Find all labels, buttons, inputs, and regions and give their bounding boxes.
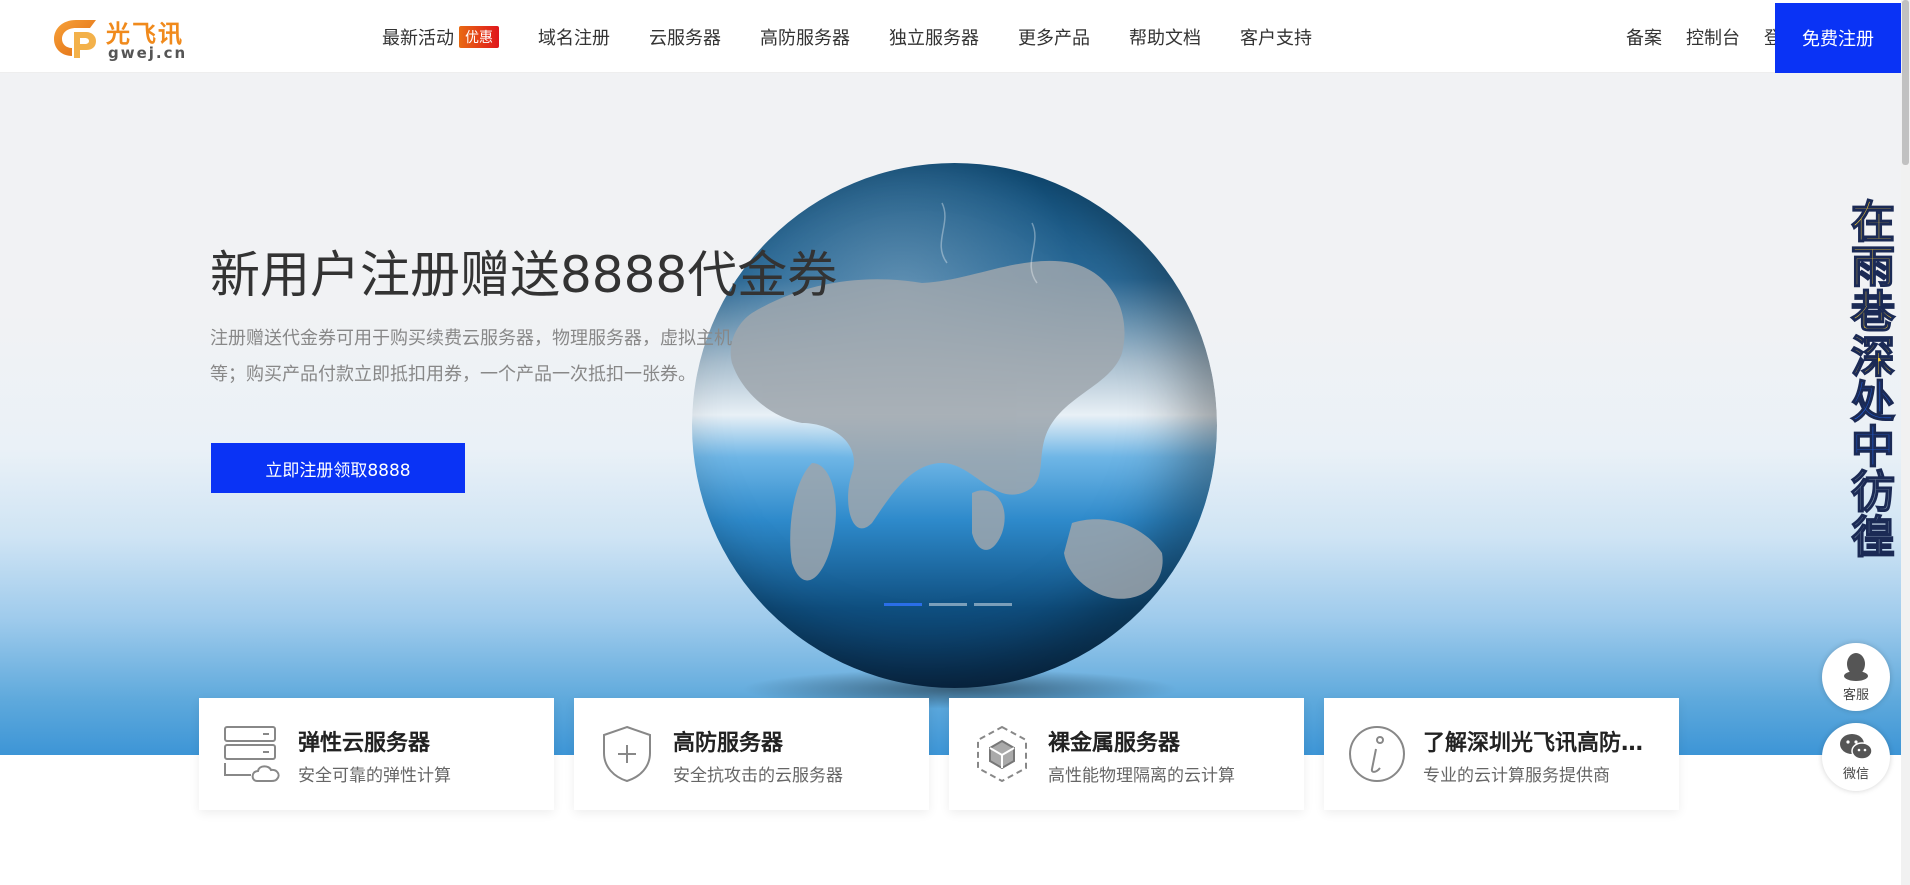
nav-customer-support[interactable]: 客户支持 [1240, 24, 1312, 50]
banner-char: 在 [1850, 197, 1896, 248]
card-title: 裸金属服务器 [1048, 731, 1181, 756]
banner-char: 深 [1850, 332, 1896, 383]
card-subtitle: 高性能物理隔离的云计算 [1048, 766, 1235, 786]
card-subtitle: 安全可靠的弹性计算 [298, 766, 451, 786]
carousel-indicators [884, 603, 1019, 606]
site-logo[interactable]: 光飞讯 gwej.cn [50, 14, 200, 62]
nav-cloud-server[interactable]: 云服务器 [649, 24, 721, 50]
customer-service-button[interactable]: 客服 [1822, 643, 1890, 711]
user-links: 备案 控制台 登录 [1602, 0, 1800, 73]
hero-title: 新用户注册赠送8888代金券 [210, 246, 838, 304]
filing-link[interactable]: 备案 [1626, 24, 1662, 50]
vertical-banner-text: 在 雨 巷 深 处 中 彷 徨 [1848, 197, 1898, 563]
nav-latest-activity[interactable]: 最新活动 优惠 [382, 24, 499, 50]
card-about-company[interactable]: 了解深圳光飞讯高防服务器 专业的云计算服务提供商 [1324, 698, 1679, 810]
card-subtitle: 专业的云计算服务提供商 [1423, 766, 1610, 786]
card-title: 了解深圳光飞讯高防服务器 [1423, 731, 1663, 756]
hero-description: 注册赠送代金券可用于购买续费云服务器，物理服务器，虚拟主机 等；购买产品付款立即… [210, 321, 810, 393]
page-scrollbar[interactable] [1901, 0, 1910, 885]
logo-english-text: gwej.cn [108, 44, 188, 62]
wechat-icon [1840, 733, 1873, 760]
hero-banner: 新用户注册赠送8888代金券 注册赠送代金券可用于购买续费云服务器，物理服务器，… [0, 73, 1901, 755]
register-claim-button[interactable]: 立即注册领取8888 [211, 443, 465, 493]
console-link[interactable]: 控制台 [1686, 24, 1740, 50]
cube-icon [977, 725, 1027, 783]
site-header: 光飞讯 gwej.cn 最新活动 优惠 域名注册 云服务器 高防服务器 独立服务… [0, 0, 1910, 73]
wechat-button[interactable]: 微信 [1822, 723, 1890, 791]
card-title: 弹性云服务器 [298, 731, 431, 756]
scrollbar-thumb[interactable] [1902, 0, 1909, 165]
banner-char: 雨 [1850, 242, 1896, 293]
card-ddos-server[interactable]: 高防服务器 安全抗攻击的云服务器 [574, 698, 929, 810]
shield-plus-icon [603, 725, 651, 783]
hero-description-line: 注册赠送代金券可用于购买续费云服务器，物理服务器，虚拟主机 [210, 328, 732, 349]
hero-description-line: 等；购买产品付款立即抵扣用券，一个产品一次抵扣一张券。 [210, 364, 696, 385]
product-cards: 弹性云服务器 安全可靠的弹性计算 高防服务器 安全抗攻击的云服务器 裸金属服务器… [199, 698, 1699, 810]
card-title: 高防服务器 [673, 731, 784, 756]
side-button-label: 微信 [1842, 766, 1869, 782]
nav-dedicated-server[interactable]: 独立服务器 [889, 24, 979, 50]
banner-char: 彷 [1850, 467, 1896, 518]
info-icon [1349, 726, 1405, 782]
banner-char: 巷 [1850, 287, 1896, 338]
nav-domain-register[interactable]: 域名注册 [538, 24, 610, 50]
nav-label: 最新活动 [382, 27, 454, 49]
card-elastic-cloud[interactable]: 弹性云服务器 安全可靠的弹性计算 [199, 698, 554, 810]
card-subtitle: 安全抗攻击的云服务器 [673, 766, 843, 786]
server-cloud-icon [224, 726, 280, 782]
qq-icon [1844, 652, 1868, 681]
nav-ddos-server[interactable]: 高防服务器 [760, 24, 850, 50]
side-button-label: 客服 [1842, 687, 1869, 703]
banner-char: 徨 [1850, 512, 1896, 563]
carousel-dot-3[interactable] [974, 603, 1012, 606]
carousel-dot-1[interactable] [884, 603, 922, 606]
banner-char: 中 [1850, 422, 1896, 473]
nav-more-products[interactable]: 更多产品 [1018, 24, 1090, 50]
promo-badge: 优惠 [459, 25, 499, 48]
free-register-button[interactable]: 免费注册 [1775, 3, 1901, 73]
nav-help-docs[interactable]: 帮助文档 [1129, 24, 1201, 50]
carousel-dot-2[interactable] [929, 603, 967, 606]
main-nav: 最新活动 优惠 域名注册 云服务器 高防服务器 独立服务器 更多产品 帮助文档 … [382, 0, 1351, 73]
card-bare-metal[interactable]: 裸金属服务器 高性能物理隔离的云计算 [949, 698, 1304, 810]
banner-char: 处 [1850, 377, 1896, 428]
logo-mark-icon [54, 20, 96, 58]
